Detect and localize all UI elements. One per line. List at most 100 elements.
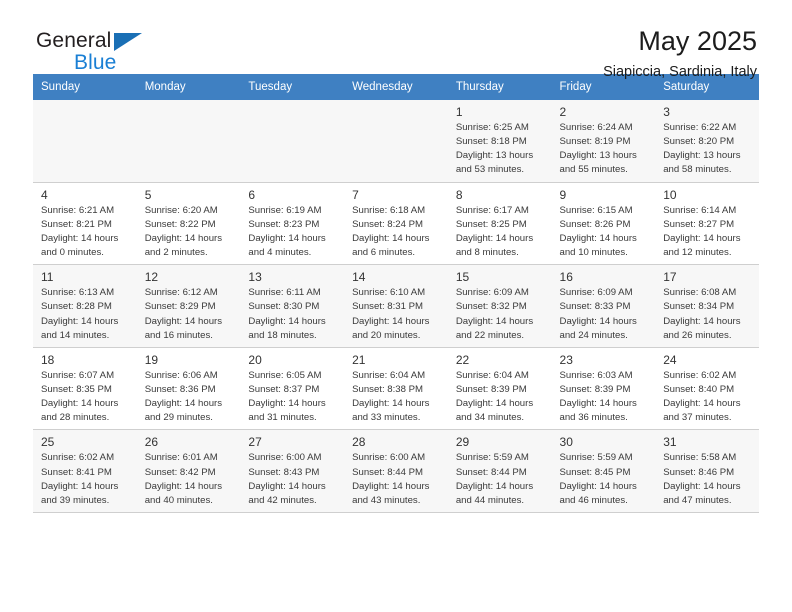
calendar-cell-content: 21 Sunrise: 6:04 AM Sunset: 8:38 PM Dayli…	[344, 348, 448, 430]
calendar-day-cell[interactable]: 31 Sunrise: 5:58 AM Sunset: 8:46 PM Dayli…	[655, 429, 759, 513]
day-number: 26	[144, 435, 159, 450]
calendar-cell-content: 17 Sunrise: 6:08 AM Sunset: 8:34 PM Dayli…	[655, 265, 759, 347]
calendar-cell-content: 4 Sunrise: 6:21 AM Sunset: 8:21 PM Daylig…	[33, 183, 137, 265]
calendar-cell-empty	[33, 100, 137, 183]
calendar-cell-content: 25 Sunrise: 6:02 AM Sunset: 8:41 PM Dayli…	[33, 430, 137, 512]
calendar-cell-content: 6 Sunrise: 6:19 AM Sunset: 8:23 PM Daylig…	[240, 183, 344, 265]
calendar-week-row: 18 Sunrise: 6:07 AM Sunset: 8:35 PM Dayli…	[33, 347, 759, 431]
calendar-cell-content: 29 Sunrise: 5:59 AM Sunset: 8:44 PM Dayli…	[448, 430, 552, 512]
sun-times-detail: Sunrise: 6:19 AM Sunset: 8:23 PM Dayligh…	[248, 204, 326, 259]
day-number: 13	[248, 270, 262, 285]
brand-name-bottom: Blue	[74, 51, 117, 74]
calendar-week-row: 25 Sunrise: 6:02 AM Sunset: 8:41 PM Dayli…	[33, 429, 759, 513]
sun-times-detail: Sunrise: 6:02 AM Sunset: 8:40 PM Dayligh…	[663, 369, 741, 424]
brand-logo: General Blue	[36, 29, 142, 74]
calendar-cell-content: 18 Sunrise: 6:07 AM Sunset: 8:35 PM Dayli…	[33, 348, 137, 430]
calendar-day-cell[interactable]: 11 Sunrise: 6:13 AM Sunset: 8:28 PM Dayli…	[33, 264, 137, 348]
sun-times-detail: Sunrise: 6:18 AM Sunset: 8:24 PM Dayligh…	[352, 204, 430, 259]
calendar-day-cell[interactable]: 6 Sunrise: 6:19 AM Sunset: 8:23 PM Daylig…	[240, 182, 345, 266]
day-number: 7	[352, 187, 359, 202]
sun-times-detail: Sunrise: 6:07 AM Sunset: 8:35 PM Dayligh…	[41, 369, 119, 424]
calendar-day-cell[interactable]: 26 Sunrise: 6:01 AM Sunset: 8:42 PM Dayli…	[136, 429, 241, 513]
calendar-day-cell[interactable]: 19 Sunrise: 6:06 AM Sunset: 8:36 PM Dayli…	[136, 347, 241, 431]
calendar-day-cell[interactable]: 15 Sunrise: 6:09 AM Sunset: 8:32 PM Dayli…	[447, 264, 552, 348]
brand-name-top: General	[36, 29, 112, 52]
sun-times-detail: Sunrise: 6:15 AM Sunset: 8:26 PM Dayligh…	[559, 204, 637, 259]
day-number: 27	[248, 435, 262, 450]
calendar-day-cell[interactable]: 8 Sunrise: 6:17 AM Sunset: 8:25 PM Daylig…	[447, 182, 552, 266]
weekday-header-monday: Monday	[136, 74, 241, 100]
calendar-cell-content: 24 Sunrise: 6:02 AM Sunset: 8:40 PM Dayli…	[655, 348, 759, 430]
calendar-day-cell[interactable]: 27 Sunrise: 6:00 AM Sunset: 8:43 PM Dayli…	[240, 429, 345, 513]
calendar-cell-content: 20 Sunrise: 6:05 AM Sunset: 8:37 PM Dayli…	[240, 348, 344, 430]
calendar-day-cell[interactable]: 5 Sunrise: 6:20 AM Sunset: 8:22 PM Daylig…	[136, 182, 241, 266]
page-header: General Blue May 2025 Siapiccia, Sardini…	[33, 0, 759, 80]
sun-times-detail: Sunrise: 6:20 AM Sunset: 8:22 PM Dayligh…	[144, 204, 223, 259]
calendar-cell-content: 7 Sunrise: 6:18 AM Sunset: 8:24 PM Daylig…	[344, 183, 448, 265]
sun-times-detail: Sunrise: 6:24 AM Sunset: 8:19 PM Dayligh…	[559, 122, 637, 176]
calendar-day-cell[interactable]: 1 Sunrise: 6:25 AM Sunset: 8:18 PM Daylig…	[447, 100, 552, 183]
sun-times-detail: Sunrise: 6:04 AM Sunset: 8:39 PM Dayligh…	[455, 369, 534, 424]
calendar-day-cell[interactable]: 18 Sunrise: 6:07 AM Sunset: 8:35 PM Dayli…	[33, 347, 137, 431]
calendar-day-cell[interactable]: 16 Sunrise: 6:09 AM Sunset: 8:33 PM Dayli…	[551, 264, 656, 348]
calendar-cell-empty	[136, 100, 241, 183]
calendar-day-cell[interactable]: 17 Sunrise: 6:08 AM Sunset: 8:34 PM Dayli…	[655, 264, 759, 348]
calendar-day-cell[interactable]: 12 Sunrise: 6:12 AM Sunset: 8:29 PM Dayli…	[136, 264, 241, 348]
page-subtitle: Siapiccia, Sardinia, Italy	[603, 64, 757, 81]
calendar-day-cell[interactable]: 14 Sunrise: 6:10 AM Sunset: 8:31 PM Dayli…	[344, 264, 448, 348]
day-number: 15	[455, 270, 470, 285]
sun-times-detail: Sunrise: 5:58 AM Sunset: 8:46 PM Dayligh…	[663, 452, 741, 506]
day-number: 6	[248, 187, 256, 202]
sun-times-detail: Sunrise: 5:59 AM Sunset: 8:44 PM Dayligh…	[455, 452, 534, 506]
day-number: 30	[559, 435, 573, 450]
calendar-cell-content: 22 Sunrise: 6:04 AM Sunset: 8:39 PM Dayli…	[448, 348, 552, 430]
calendar-cell-content: 9 Sunrise: 6:15 AM Sunset: 8:26 PM Daylig…	[552, 183, 656, 265]
calendar-day-cell[interactable]: 4 Sunrise: 6:21 AM Sunset: 8:21 PM Daylig…	[33, 182, 137, 266]
sun-times-detail: Sunrise: 6:21 AM Sunset: 8:21 PM Dayligh…	[41, 204, 119, 259]
triangle-flag-icon	[114, 33, 142, 51]
calendar-cell-content: 23 Sunrise: 6:03 AM Sunset: 8:39 PM Dayli…	[552, 348, 656, 430]
calendar-week-row: 1 Sunrise: 6:25 AM Sunset: 8:18 PM Daylig…	[33, 100, 759, 183]
calendar-day-cell[interactable]: 25 Sunrise: 6:02 AM Sunset: 8:41 PM Dayli…	[33, 429, 137, 513]
calendar-day-cell[interactable]: 13 Sunrise: 6:11 AM Sunset: 8:30 PM Dayli…	[240, 264, 345, 348]
day-number: 31	[663, 435, 677, 450]
day-number: 14	[352, 270, 366, 285]
calendar-week-row: 4 Sunrise: 6:21 AM Sunset: 8:21 PM Daylig…	[33, 182, 759, 266]
calendar-day-cell[interactable]: 3 Sunrise: 6:22 AM Sunset: 8:20 PM Daylig…	[655, 100, 759, 183]
calendar-cell-content: 16 Sunrise: 6:09 AM Sunset: 8:33 PM Dayli…	[552, 265, 656, 347]
weekday-header-wednesday: Wednesday	[344, 74, 448, 100]
calendar-day-cell[interactable]: 2 Sunrise: 6:24 AM Sunset: 8:19 PM Daylig…	[551, 100, 656, 183]
calendar-cell-content: 5 Sunrise: 6:20 AM Sunset: 8:22 PM Daylig…	[137, 183, 241, 265]
calendar-day-cell[interactable]: 21 Sunrise: 6:04 AM Sunset: 8:38 PM Dayli…	[344, 347, 448, 431]
sun-times-detail: Sunrise: 6:04 AM Sunset: 8:38 PM Dayligh…	[352, 369, 430, 424]
calendar-day-cell[interactable]: 7 Sunrise: 6:18 AM Sunset: 8:24 PM Daylig…	[344, 182, 448, 266]
sun-times-detail: Sunrise: 6:00 AM Sunset: 8:43 PM Dayligh…	[248, 452, 326, 506]
day-number: 23	[559, 352, 573, 367]
calendar-day-cell[interactable]: 20 Sunrise: 6:05 AM Sunset: 8:37 PM Dayli…	[240, 347, 345, 431]
calendar-cell-content: 3 Sunrise: 6:22 AM Sunset: 8:20 PM Daylig…	[655, 100, 759, 182]
calendar-cell-content: 2 Sunrise: 6:24 AM Sunset: 8:19 PM Daylig…	[552, 100, 656, 182]
calendar-day-cell[interactable]: 23 Sunrise: 6:03 AM Sunset: 8:39 PM Dayli…	[551, 347, 656, 431]
day-number: 22	[455, 352, 470, 367]
calendar-body: 1 Sunrise: 6:25 AM Sunset: 8:18 PM Daylig…	[33, 100, 759, 513]
calendar-day-cell[interactable]: 28 Sunrise: 6:00 AM Sunset: 8:44 PM Dayli…	[344, 429, 448, 513]
calendar-cell-content: 28 Sunrise: 6:00 AM Sunset: 8:44 PM Dayli…	[344, 430, 448, 512]
calendar-day-cell[interactable]: 10 Sunrise: 6:14 AM Sunset: 8:27 PM Dayli…	[655, 182, 759, 266]
calendar-cell-content: 27 Sunrise: 6:00 AM Sunset: 8:43 PM Dayli…	[240, 430, 344, 512]
sun-times-detail: Sunrise: 6:10 AM Sunset: 8:31 PM Dayligh…	[352, 287, 430, 341]
calendar-cell-content: 15 Sunrise: 6:09 AM Sunset: 8:32 PM Dayli…	[448, 265, 552, 347]
calendar-cell-content: 31 Sunrise: 5:58 AM Sunset: 8:46 PM Dayli…	[655, 430, 759, 512]
day-number: 24	[663, 352, 677, 367]
day-number: 8	[455, 187, 463, 202]
calendar-day-cell[interactable]: 24 Sunrise: 6:02 AM Sunset: 8:40 PM Dayli…	[655, 347, 759, 431]
calendar-day-cell[interactable]: 29 Sunrise: 5:59 AM Sunset: 8:44 PM Dayli…	[447, 429, 552, 513]
calendar-day-cell[interactable]: 30 Sunrise: 5:59 AM Sunset: 8:45 PM Dayli…	[551, 429, 656, 513]
day-number: 1	[455, 105, 463, 119]
calendar-day-cell[interactable]: 22 Sunrise: 6:04 AM Sunset: 8:39 PM Dayli…	[447, 347, 552, 431]
day-number: 20	[248, 352, 262, 367]
calendar-table: Sunday Monday Tuesday Wednesday Thursday…	[33, 74, 759, 513]
weekday-header-thursday: Thursday	[447, 74, 552, 100]
calendar-day-cell[interactable]: 9 Sunrise: 6:15 AM Sunset: 8:26 PM Daylig…	[551, 182, 656, 266]
sun-times-detail: Sunrise: 6:05 AM Sunset: 8:37 PM Dayligh…	[248, 369, 326, 424]
title-block: May 2025 Siapiccia, Sardinia, Italy	[603, 26, 757, 81]
